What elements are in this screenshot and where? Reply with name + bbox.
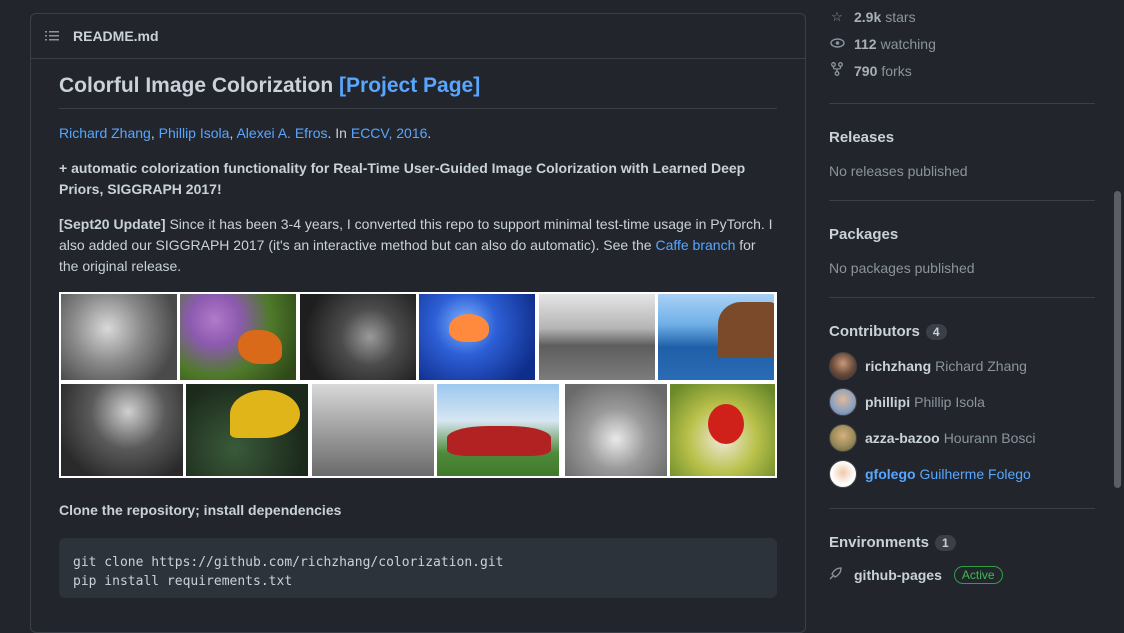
readme-panel: README.md Colorful Image Colorization [P… [30, 13, 806, 633]
contributors-title: Contributors [829, 323, 920, 340]
watching-count: 112 [854, 35, 877, 52]
contributor-name: Hourann Bosci [943, 430, 1036, 446]
venue-suffix: . [427, 125, 432, 141]
jellyfish-gray-image [299, 293, 417, 381]
contributors-count-badge: 4 [925, 323, 947, 340]
forks-label: forks [881, 62, 912, 79]
butterfly-color-image [179, 293, 297, 381]
fish-color-image [185, 383, 309, 477]
readme-filename: README.md [73, 28, 159, 44]
star-icon: ☆ [831, 8, 843, 24]
forks-count: 790 [854, 62, 878, 79]
rooster-color-image [669, 383, 776, 477]
avatar[interactable] [829, 388, 857, 416]
feature-line: + automatic colorization functionality f… [59, 160, 746, 197]
contributor-item[interactable]: gfolego Guilherme Folego [829, 456, 1095, 492]
code-block[interactable]: git clone https://github.com/richzhang/c… [59, 538, 777, 598]
clone-heading: Clone the repository; install dependenci… [59, 502, 342, 518]
stars-count: 2.9k [854, 8, 882, 25]
repo-sidebar: ☆ 2.9k stars 112 watching 790 forks Rele… [829, 0, 1095, 584]
environment-name[interactable]: github-pages [854, 567, 942, 583]
coast-gray-image [538, 293, 656, 381]
author-link[interactable]: Phillip Isola [159, 125, 230, 141]
contributor-name: Phillip Isola [914, 394, 985, 410]
watching-label: watching [880, 35, 936, 52]
example-gallery-image [59, 292, 777, 478]
avatar[interactable] [829, 460, 857, 488]
environments-count-badge: 1 [935, 534, 956, 551]
readme-heading: Colorful Image Colorization [Project Pag… [59, 70, 777, 109]
code-line: git clone https://github.com/richzhang/c… [73, 555, 504, 570]
stars-stat[interactable]: ☆ 2.9k stars [829, 3, 1095, 30]
fork-icon [829, 62, 845, 79]
car-gray-image [311, 383, 435, 477]
releases-empty-text: No releases published [829, 163, 968, 179]
avatar[interactable] [829, 424, 857, 452]
butterfly-gray-image [60, 293, 178, 381]
contributor-name: Guilherme Folego [919, 466, 1031, 482]
code-line: pip install requirements.txt [73, 574, 293, 589]
author-link[interactable]: Alexei A. Efros [236, 125, 327, 141]
packages-empty-text: No packages published [829, 260, 975, 276]
venue-link[interactable]: ECCV, 2016 [351, 125, 428, 141]
packages-heading[interactable]: Packages [829, 226, 1095, 243]
project-page-link[interactable]: [Project Page] [339, 74, 480, 97]
venue-prefix: . In [327, 125, 351, 141]
status-badge: Active [953, 566, 1003, 584]
rocket-icon [829, 567, 845, 583]
environments-title: Environments [829, 534, 930, 551]
update-label: [Sept20 Update] [59, 216, 166, 232]
readme-header: README.md [31, 14, 805, 59]
authors-line: Richard Zhang, Phillip Isola, Alexei A. … [59, 125, 432, 141]
contributor-item[interactable]: phillipi Phillip Isola [829, 384, 1095, 420]
eye-icon [829, 36, 845, 51]
environment-item[interactable]: github-pages Active [829, 566, 1095, 584]
contributors-heading[interactable]: Contributors 4 [829, 323, 1095, 340]
fish-gray-image [60, 383, 184, 477]
forks-stat[interactable]: 790 forks [829, 57, 1095, 84]
car-color-image [436, 383, 560, 477]
author-link[interactable]: Richard Zhang [59, 125, 151, 141]
contributor-login[interactable]: gfolego [865, 466, 916, 482]
update-paragraph: [Sept20 Update] Since it has been 3-4 ye… [59, 214, 777, 277]
stars-label: stars [885, 8, 916, 25]
scrollbar-thumb[interactable] [1114, 191, 1121, 488]
rooster-gray-image [564, 383, 668, 477]
environments-heading[interactable]: Environments 1 [829, 534, 1095, 551]
contributor-login[interactable]: azza-bazoo [865, 430, 940, 446]
contributor-item[interactable]: richzhang Richard Zhang [829, 348, 1095, 384]
contributor-name: Richard Zhang [935, 358, 1027, 374]
list-icon[interactable] [45, 30, 59, 42]
caffe-branch-link[interactable]: Caffe branch [655, 237, 735, 253]
watching-stat[interactable]: 112 watching [829, 30, 1095, 57]
contributor-login[interactable]: phillipi [865, 394, 910, 410]
avatar[interactable] [829, 352, 857, 380]
contributor-login[interactable]: richzhang [865, 358, 931, 374]
coast-color-image [657, 293, 775, 381]
releases-heading[interactable]: Releases [829, 129, 1095, 146]
jellyfish-color-image [418, 293, 536, 381]
readme-content: Colorful Image Colorization [Project Pag… [59, 70, 777, 598]
contributor-item[interactable]: azza-bazoo Hourann Bosci [829, 420, 1095, 456]
readme-title: Colorful Image Colorization [59, 74, 340, 97]
